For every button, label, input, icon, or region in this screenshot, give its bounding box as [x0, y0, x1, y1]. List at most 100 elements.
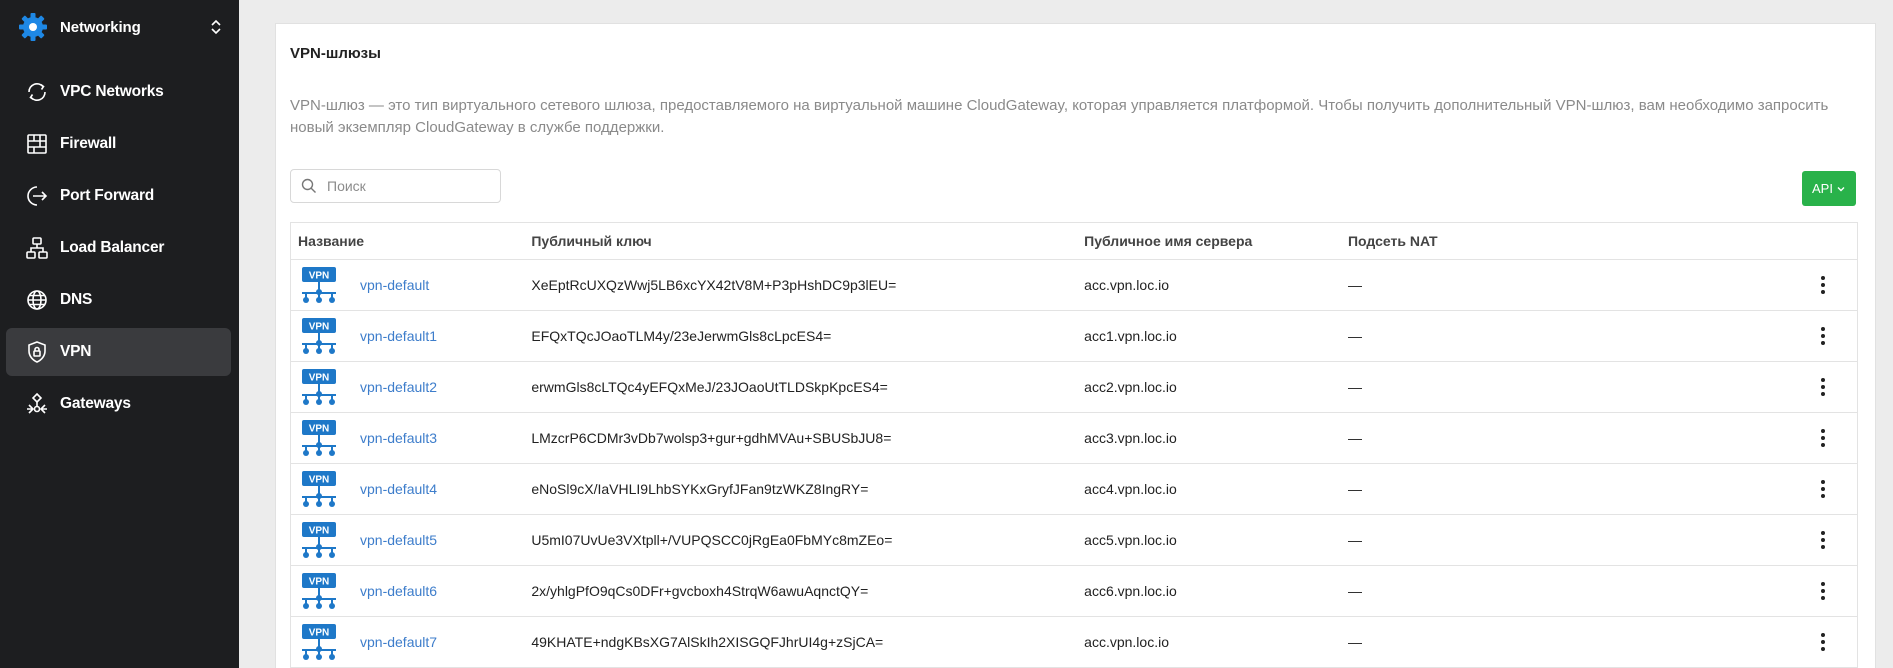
public-key-cell: EFQxTQcJOaoTLM4y/23eJerwmGls8cLpcES4=	[524, 310, 1078, 362]
shield-lock-icon	[24, 339, 50, 365]
server-name-cell: acc4.vpn.loc.io	[1077, 463, 1341, 515]
sidebar: Networking VPC Networks Firewall Port Fo…	[0, 0, 239, 668]
sidebar-item-label: VPC Networks	[60, 83, 164, 100]
vpn-gateway-icon: VPN	[302, 624, 336, 660]
vpn-gateway-icon: VPN	[302, 522, 336, 558]
table-row: VPN vpn-default2 erwmGls8cLTQc4yEFQxMeJ/…	[290, 361, 1858, 413]
chevron-down-icon	[1837, 186, 1845, 191]
sidebar-item-load-balancer[interactable]: Load Balancer	[6, 224, 231, 272]
sidebar-item-dns[interactable]: DNS	[6, 276, 231, 324]
load-balancer-icon	[24, 235, 50, 261]
name-cell: VPN vpn-default1	[298, 317, 524, 355]
more-vertical-icon[interactable]	[1811, 630, 1835, 654]
svg-text:VPN: VPN	[309, 577, 330, 588]
search-input[interactable]	[327, 178, 487, 194]
sidebar-item-label: Gateways	[60, 395, 131, 412]
nat-subnet-value: —	[1347, 430, 1362, 446]
nat-subnet-value: —	[1347, 277, 1362, 293]
vpn-gateway-icon: VPN	[302, 573, 336, 609]
server-name-cell: acc1.vpn.loc.io	[1077, 310, 1341, 362]
api-button-label: API	[1812, 181, 1833, 196]
more-vertical-icon[interactable]	[1811, 426, 1835, 450]
svg-text:VPN: VPN	[309, 271, 330, 282]
search-icon	[301, 178, 316, 193]
vpc-icon	[24, 79, 50, 105]
server-name-cell: acc5.vpn.loc.io	[1077, 514, 1341, 566]
server-name-cell: acc2.vpn.loc.io	[1077, 361, 1341, 413]
sidebar-item-label: Firewall	[60, 135, 117, 152]
page-title: VPN-шлюзы	[290, 45, 381, 62]
server-name-cell: acc.vpn.loc.io	[1077, 616, 1341, 668]
sidebar-item-gateways[interactable]: Gateways	[6, 380, 231, 428]
nat-subnet-value: —	[1347, 481, 1362, 497]
vpn-gateway-icon: VPN	[302, 267, 336, 303]
more-vertical-icon[interactable]	[1811, 375, 1835, 399]
svg-text:VPN: VPN	[309, 424, 330, 435]
svg-text:VPN: VPN	[309, 526, 330, 537]
vpn-name-link[interactable]: vpn-default1	[360, 328, 437, 344]
public-key-cell: XeEptRcUXQzWwj5LB6xcYX42tV8M+P3pHshDC9p3…	[524, 259, 1078, 311]
vpn-table: Название Публичный ключ Публичное имя се…	[290, 222, 1858, 668]
public-key-cell: 49KHATE+ndgKBsXG7AlSkIh2XISGQFJhrUI4g+zS…	[524, 616, 1078, 668]
name-cell: VPN vpn-default5	[298, 521, 524, 559]
app-switcher[interactable]: Networking	[18, 12, 223, 42]
name-cell: VPN vpn-default7	[298, 623, 524, 661]
gateways-icon	[24, 391, 50, 417]
more-vertical-icon[interactable]	[1811, 528, 1835, 552]
svg-text:VPN: VPN	[309, 475, 330, 486]
column-header-public-key[interactable]: Публичный ключ	[524, 222, 1078, 260]
public-key-cell: LMzcrP6CDMr3vDb7wolsp3+gur+gdhMVAu+SBUSb…	[524, 412, 1078, 464]
more-vertical-icon[interactable]	[1811, 579, 1835, 603]
vpn-name-link[interactable]: vpn-default3	[360, 430, 437, 446]
public-key-cell: eNoSl9cX/IaVHLI9LhbSYKxGryfJFan9tzWKZ8In…	[524, 463, 1078, 515]
public-key-cell: erwmGls8cLTQc4yEFQxMeJ/23JOaoUtTLDSkpKpc…	[524, 361, 1078, 413]
table-row: VPN vpn-default XeEptRcUXQzWwj5LB6xcYX42…	[290, 259, 1858, 311]
more-vertical-icon[interactable]	[1811, 273, 1835, 297]
column-header-nat-subnet[interactable]: Подсеть NAT	[1340, 222, 1858, 260]
table-row: VPN vpn-default4 eNoSl9cX/IaVHLI9LhbSYKx…	[290, 463, 1858, 515]
server-name-cell: acc6.vpn.loc.io	[1077, 565, 1341, 617]
column-header-server-name[interactable]: Публичное имя сервера	[1077, 222, 1341, 260]
sidebar-item-label: Port Forward	[60, 187, 155, 204]
more-vertical-icon[interactable]	[1811, 477, 1835, 501]
svg-text:VPN: VPN	[309, 373, 330, 384]
public-key-cell: U5mI07UvUe3VXtpll+/VUPQSCC0jRgEa0FbMYc8m…	[524, 514, 1078, 566]
gear-logo-icon	[19, 13, 47, 41]
vpn-name-link[interactable]: vpn-default7	[360, 634, 437, 650]
vpn-name-link[interactable]: vpn-default	[360, 277, 429, 293]
sidebar-item-port-forward[interactable]: Port Forward	[6, 172, 231, 220]
api-button[interactable]: API	[1802, 171, 1856, 206]
nat-subnet-value: —	[1347, 634, 1362, 650]
vpn-name-link[interactable]: vpn-default4	[360, 481, 437, 497]
name-cell: VPN vpn-default4	[298, 470, 524, 508]
nat-subnet-value: —	[1347, 532, 1362, 548]
sidebar-item-vpn[interactable]: VPN	[6, 328, 231, 376]
vpn-gateway-icon: VPN	[302, 471, 336, 507]
sidebar-item-firewall[interactable]: Firewall	[6, 120, 231, 168]
vpn-name-link[interactable]: vpn-default5	[360, 532, 437, 548]
vpn-name-link[interactable]: vpn-default6	[360, 583, 437, 599]
main-panel: VPN-шлюзы VPN-шлюз — это тип виртуальног…	[275, 23, 1876, 668]
table-row: VPN vpn-default1 EFQxTQcJOaoTLM4y/23eJer…	[290, 310, 1858, 362]
sidebar-item-label: VPN	[60, 343, 92, 360]
search-box[interactable]	[290, 169, 501, 203]
app-name: Networking	[60, 18, 141, 36]
nat-subnet-value: —	[1347, 379, 1362, 395]
sidebar-nav: VPC Networks Firewall Port Forward Load …	[6, 68, 231, 432]
vpn-gateway-icon: VPN	[302, 369, 336, 405]
table-header-row: Название Публичный ключ Публичное имя се…	[290, 222, 1858, 260]
table-row: VPN vpn-default6 2x/yhlgPfO9qCs0DFr+gvcb…	[290, 565, 1858, 617]
vpn-name-link[interactable]: vpn-default2	[360, 379, 437, 395]
more-vertical-icon[interactable]	[1811, 324, 1835, 348]
name-cell: VPN vpn-default6	[298, 572, 524, 610]
chevron-updown-icon	[211, 19, 221, 35]
server-name-cell: acc3.vpn.loc.io	[1077, 412, 1341, 464]
public-key-cell: 2x/yhlgPfO9qCs0DFr+gvcboxh4StrqW6awuAqnc…	[524, 565, 1078, 617]
sidebar-item-vpc-networks[interactable]: VPC Networks	[6, 68, 231, 116]
nat-subnet-value: —	[1347, 583, 1362, 599]
svg-text:VPN: VPN	[309, 628, 330, 639]
sidebar-item-label: Load Balancer	[60, 239, 165, 256]
column-header-name[interactable]: Название	[290, 222, 525, 260]
server-name-cell: acc.vpn.loc.io	[1077, 259, 1341, 311]
table-row: VPN vpn-default3 LMzcrP6CDMr3vDb7wolsp3+…	[290, 412, 1858, 464]
